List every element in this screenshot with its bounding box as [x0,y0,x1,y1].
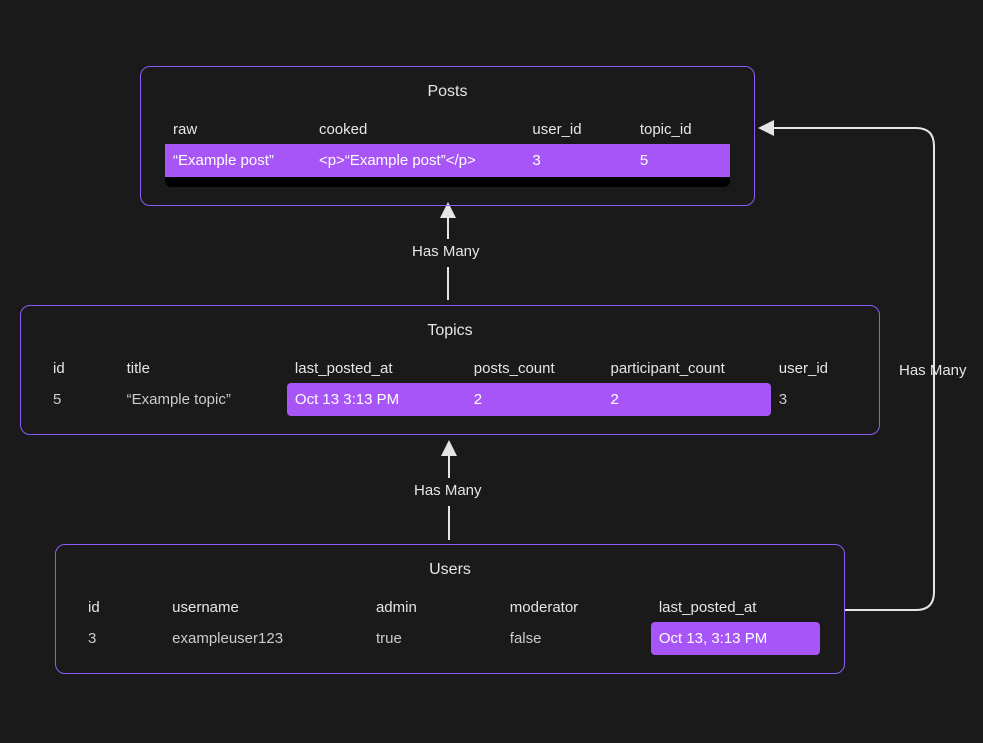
topics-data-row: 5 “Example topic” Oct 13 3:13 PM 2 2 3 [45,383,855,416]
topics-col-posts-count: posts_count [466,354,603,383]
users-cell-id: 3 [80,622,164,655]
rel-label-topics-posts: Has Many [412,243,480,260]
entity-posts-title: Posts [165,83,730,101]
topics-cell-user-id: 3 [771,383,855,416]
users-header-row: id username admin moderator last_posted_… [80,593,820,622]
posts-table: raw cooked user_id topic_id “Example pos… [165,115,730,177]
users-cell-username: exampleuser123 [164,622,368,655]
entity-users: Users id username admin moderator last_p… [55,544,845,674]
topics-col-participant: participant_count [603,354,771,383]
topics-table: id title last_posted_at posts_count part… [45,354,855,416]
posts-cell-user-id: 3 [524,144,631,177]
users-data-row: 3 exampleuser123 true false Oct 13, 3:13… [80,622,820,655]
posts-header-row: raw cooked user_id topic_id [165,115,730,144]
rel-label-users-posts: Has Many [899,362,967,379]
rel-label-users-topics: Has Many [414,482,482,499]
posts-cell-raw: “Example post” [165,144,311,177]
entity-users-title: Users [80,561,820,579]
topics-cell-id: 5 [45,383,119,416]
topics-col-user-id: user_id [771,354,855,383]
topics-cell-title: “Example topic” [119,383,287,416]
posts-bottom-bar [165,177,730,187]
topics-col-title: title [119,354,287,383]
posts-col-raw: raw [165,115,311,144]
users-col-username: username [164,593,368,622]
topics-header-row: id title last_posted_at posts_count part… [45,354,855,383]
topics-cell-posts-count: 2 [466,383,603,416]
users-col-admin: admin [368,593,502,622]
users-col-last-posted: last_posted_at [651,593,820,622]
users-table: id username admin moderator last_posted_… [80,593,820,655]
posts-cell-topic-id: 5 [632,144,730,177]
users-cell-last-posted: Oct 13, 3:13 PM [651,622,820,655]
topics-cell-last-posted: Oct 13 3:13 PM [287,383,466,416]
entity-topics-title: Topics [45,322,855,340]
entity-topics: Topics id title last_posted_at posts_cou… [20,305,880,435]
topics-col-last-posted: last_posted_at [287,354,466,383]
posts-data-row: “Example post” <p>“Example post”</p> 3 5 [165,144,730,177]
topics-col-id: id [45,354,119,383]
posts-col-user-id: user_id [524,115,631,144]
posts-col-topic-id: topic_id [632,115,730,144]
posts-cell-cooked: <p>“Example post”</p> [311,144,524,177]
entity-posts: Posts raw cooked user_id topic_id “Examp… [140,66,755,206]
users-cell-admin: true [368,622,502,655]
users-col-moderator: moderator [502,593,651,622]
users-col-id: id [80,593,164,622]
posts-col-cooked: cooked [311,115,524,144]
topics-cell-participant: 2 [603,383,771,416]
users-cell-moderator: false [502,622,651,655]
